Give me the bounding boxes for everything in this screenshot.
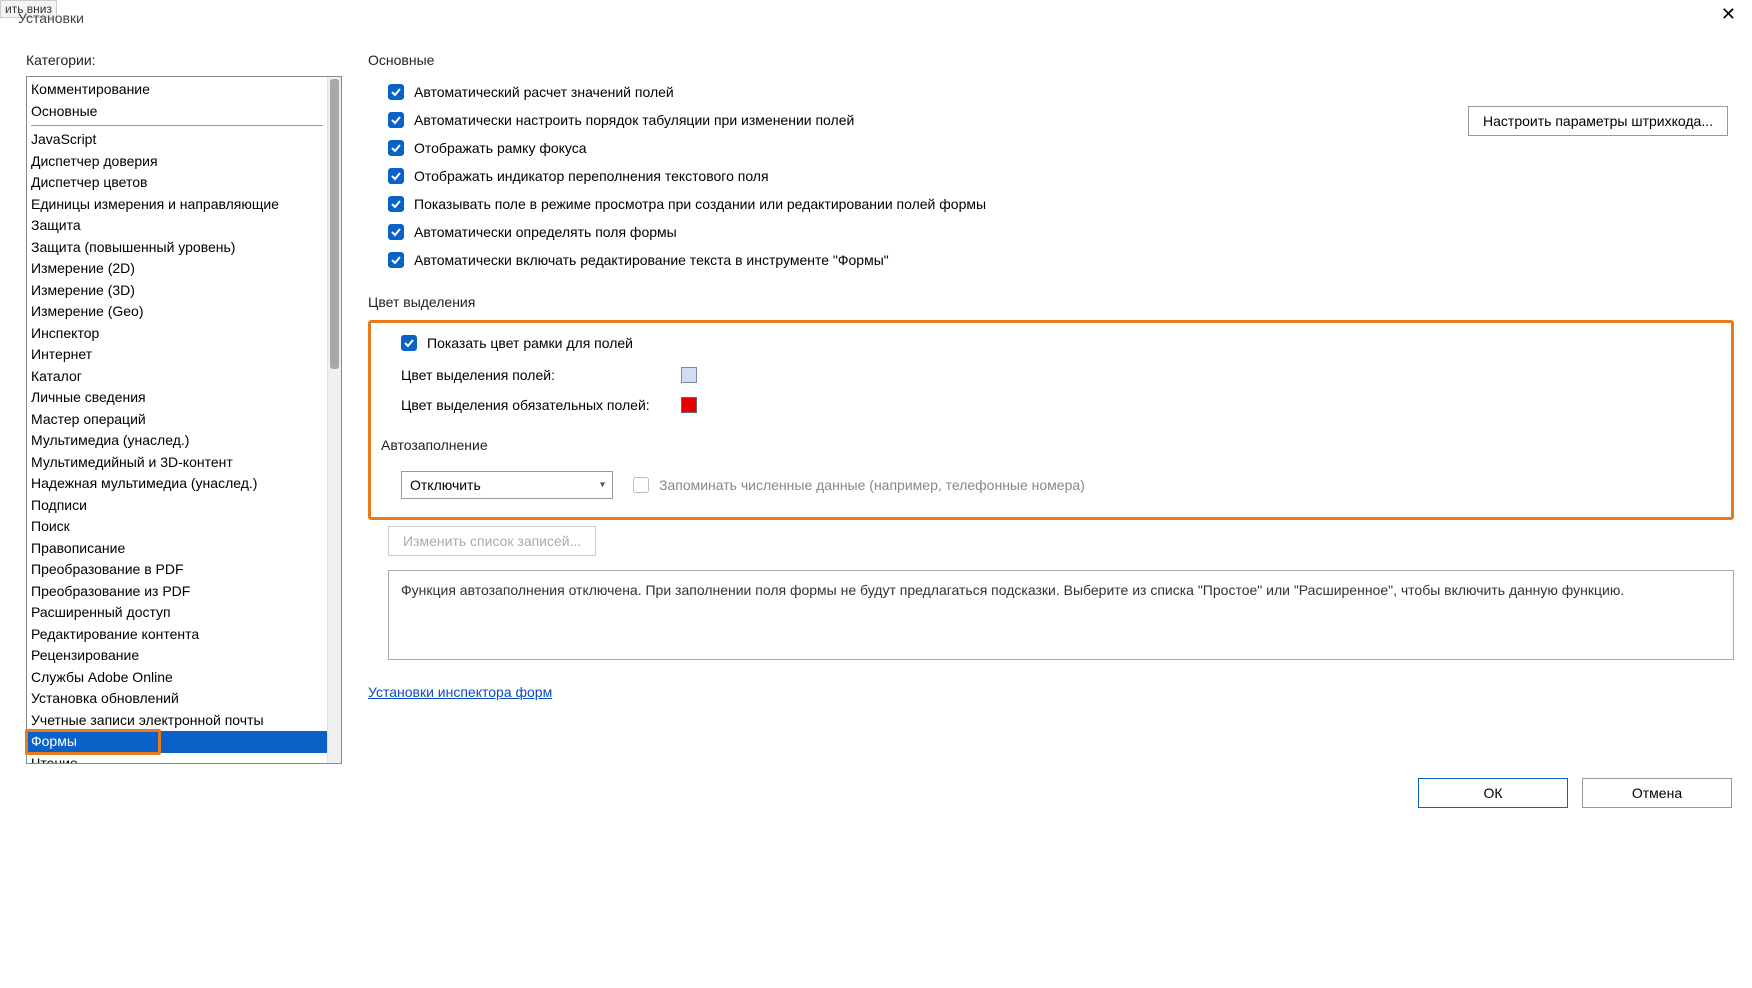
close-icon[interactable]: ✕: [1713, 2, 1744, 27]
category-item[interactable]: Комментирование: [27, 79, 327, 101]
barcode-settings-button[interactable]: Настроить параметры штрихкода...: [1468, 106, 1728, 136]
scrollbar[interactable]: [327, 77, 341, 763]
ok-button[interactable]: ОК: [1418, 778, 1568, 808]
checkbox-icon[interactable]: [388, 140, 404, 156]
category-item[interactable]: Подписи: [27, 495, 327, 517]
autofill-select[interactable]: [401, 471, 613, 499]
edit-entries-button: Изменить список записей...: [388, 526, 596, 556]
categories-frame: КомментированиеОсновныеJavaScriptДиспетч…: [26, 76, 342, 764]
checkbox-icon[interactable]: [388, 252, 404, 268]
checkbox-icon[interactable]: [388, 112, 404, 128]
check-option-2[interactable]: Отображать рамку фокуса: [368, 134, 1734, 162]
checkbox-icon[interactable]: [388, 168, 404, 184]
remember-numeric-label: Запоминать численные данные (например, т…: [659, 477, 1085, 493]
category-item[interactable]: Единицы измерения и направляющие: [27, 194, 327, 216]
dialog-footer: ОК Отмена: [0, 768, 1752, 820]
category-item[interactable]: Мастер операций: [27, 409, 327, 431]
category-item[interactable]: Диспетчер цветов: [27, 172, 327, 194]
category-item[interactable]: Чтение: [27, 753, 327, 764]
category-item[interactable]: Правописание: [27, 538, 327, 560]
cancel-button[interactable]: Отмена: [1582, 778, 1732, 808]
check-show-border[interactable]: Показать цвет рамки для полей: [381, 329, 1721, 357]
edit-entries-row: Изменить список записей...: [368, 520, 1734, 562]
check-label: Автоматически определять поля формы: [414, 224, 677, 240]
autofill-info-box: Функция автозаполнения отключена. При за…: [388, 570, 1734, 660]
field-color-swatch[interactable]: [681, 367, 697, 383]
category-item[interactable]: Мультимедиа (унаслед.): [27, 430, 327, 452]
required-color-swatch[interactable]: [681, 397, 697, 413]
field-color-row: Цвет выделения полей:: [381, 357, 1721, 387]
form-inspector-link[interactable]: Установки инспектора форм: [368, 684, 552, 700]
category-item[interactable]: Редактирование контента: [27, 624, 327, 646]
field-color-label: Цвет выделения полей:: [401, 367, 681, 383]
required-color-label: Цвет выделения обязательных полей:: [401, 397, 681, 413]
checkbox-icon[interactable]: [388, 224, 404, 240]
check-option-3[interactable]: Отображать индикатор переполнения тексто…: [368, 162, 1734, 190]
settings-panel: Основные Автоматический расчет значений …: [342, 52, 1734, 760]
category-item[interactable]: Преобразование из PDF: [27, 581, 327, 603]
categories-panel: Категории: КомментированиеОсновные JavaSc…: [26, 52, 342, 760]
check-label: Отображать индикатор переполнения тексто…: [414, 168, 769, 184]
category-item[interactable]: Рецензирование: [27, 645, 327, 667]
check-option-0[interactable]: Автоматический расчет значений полей: [368, 78, 1734, 106]
category-item[interactable]: Установка обновлений: [27, 688, 327, 710]
checkbox-icon: [633, 477, 649, 493]
titlebar: ить вниз Установки ✕: [0, 0, 1752, 28]
scrollbar-thumb[interactable]: [330, 79, 339, 369]
section-title-autofill: Автозаполнение: [381, 437, 1721, 453]
autofill-select-wrap[interactable]: ▾: [401, 471, 613, 499]
category-item[interactable]: Основные: [27, 101, 327, 123]
required-color-row: Цвет выделения обязательных полей:: [381, 387, 1721, 417]
check-label: Отображать рамку фокуса: [414, 140, 587, 156]
checkbox-icon[interactable]: [401, 335, 417, 351]
category-item[interactable]: Личные сведения: [27, 387, 327, 409]
categories-list[interactable]: КомментированиеОсновныеJavaScriptДиспетч…: [27, 77, 327, 763]
category-item[interactable]: JavaScript: [27, 129, 327, 151]
check-show-border-label: Показать цвет рамки для полей: [427, 335, 633, 351]
category-divider: [31, 125, 323, 126]
checkbox-icon[interactable]: [388, 196, 404, 212]
category-item[interactable]: Преобразование в PDF: [27, 559, 327, 581]
check-option-5[interactable]: Автоматически определять поля формы: [368, 218, 1734, 246]
categories-heading: Категории:: [26, 52, 342, 68]
checkbox-icon[interactable]: [388, 84, 404, 100]
category-item[interactable]: Поиск: [27, 516, 327, 538]
category-item[interactable]: Интернет: [27, 344, 327, 366]
category-item[interactable]: Измерение (2D): [27, 258, 327, 280]
category-item[interactable]: Измерение (3D): [27, 280, 327, 302]
highlight-orange-box: Показать цвет рамки для полей Цвет выдел…: [368, 320, 1734, 520]
check-label: Автоматически настроить порядок табуляци…: [414, 112, 854, 128]
check-option-4[interactable]: Показывать поле в режиме просмотра при с…: [368, 190, 1734, 218]
category-item[interactable]: Учетные записи электронной почты: [27, 710, 327, 732]
category-item[interactable]: Надежная мультимедиа (унаслед.): [27, 473, 327, 495]
check-label: Показывать поле в режиме просмотра при с…: [414, 196, 986, 212]
category-item[interactable]: Диспетчер доверия: [27, 151, 327, 173]
category-item[interactable]: Измерение (Geo): [27, 301, 327, 323]
category-item[interactable]: Службы Adobe Online: [27, 667, 327, 689]
dialog-body: Категории: КомментированиеОсновныеJavaSc…: [0, 28, 1752, 768]
section-title-highlight: Цвет выделения: [368, 294, 1734, 310]
category-item[interactable]: Инспектор: [27, 323, 327, 345]
check-remember-numeric: Запоминать численные данные (например, т…: [633, 477, 1085, 493]
section-title-basic: Основные: [368, 52, 1734, 68]
category-item[interactable]: Защита (повышенный уровень): [27, 237, 327, 259]
dialog-title: Установки: [18, 10, 84, 26]
category-item[interactable]: Расширенный доступ: [27, 602, 327, 624]
category-item[interactable]: Формы: [27, 731, 327, 753]
category-item[interactable]: Каталог: [27, 366, 327, 388]
autofill-row: ▾ Запоминать численные данные (например,…: [381, 463, 1721, 507]
check-label: Автоматически включать редактирование те…: [414, 252, 889, 268]
check-label: Автоматический расчет значений полей: [414, 84, 674, 100]
category-item[interactable]: Мультимедийный и 3D-контент: [27, 452, 327, 474]
category-item[interactable]: Защита: [27, 215, 327, 237]
check-option-6[interactable]: Автоматически включать редактирование те…: [368, 246, 1734, 274]
